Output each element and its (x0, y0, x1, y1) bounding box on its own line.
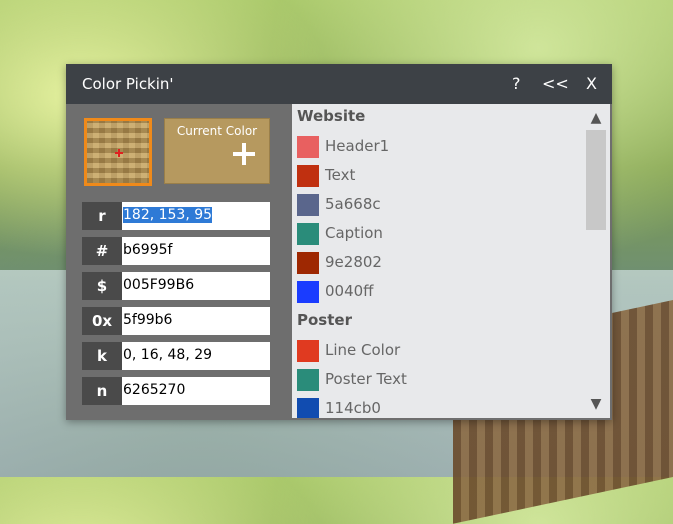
palette-item-label: 9e2802 (325, 253, 382, 271)
field-dollar: $ 005F99B6 (82, 272, 270, 300)
field-rgb: r 182, 153, 95 (82, 202, 270, 230)
scroll-up-icon[interactable]: ▲ (586, 108, 606, 128)
color-chip (297, 223, 319, 245)
palette-item-line-color[interactable]: Line Color (297, 338, 577, 362)
rgb-input[interactable]: 182, 153, 95 (122, 202, 270, 230)
field-hex: # b6995f (82, 237, 270, 265)
palette-item-poster-text[interactable]: Poster Text (297, 367, 577, 391)
rgb-value-selected: 182, 153, 95 (123, 207, 213, 223)
palette-item-label: 5a668c (325, 195, 381, 213)
palette-item-label: Caption (325, 224, 383, 242)
palette-item-0040ff[interactable]: 0040ff (297, 279, 577, 303)
palette-item-caption[interactable]: Caption (297, 221, 577, 245)
crosshair-icon (115, 149, 123, 157)
field-key-n: n (82, 377, 122, 405)
current-color-label: Current Color (176, 124, 258, 138)
color-chip (297, 369, 319, 391)
palette-item-label: 114cb0 (325, 399, 381, 417)
palette-list: Website Header1 Text 5a668c Caption 9e28… (292, 104, 582, 418)
current-color-button[interactable]: Current Color (164, 118, 270, 184)
scroll-down-icon[interactable]: ▼ (586, 394, 606, 414)
color-chip (297, 340, 319, 362)
palette-group-poster[interactable]: Poster (297, 311, 352, 329)
collapse-button[interactable]: << (542, 74, 569, 93)
plus-icon (231, 141, 257, 167)
color-chip (297, 398, 319, 418)
window-title: Color Pickin' (82, 75, 174, 93)
field-key-hash: # (82, 237, 122, 265)
color-chip (297, 194, 319, 216)
help-button[interactable]: ? (512, 74, 521, 93)
color-chip (297, 281, 319, 303)
palette-item-label: Text (325, 166, 356, 184)
palette-item-114cb0[interactable]: 114cb0 (297, 396, 577, 418)
palette-item-text[interactable]: Text (297, 163, 577, 187)
field-cmyk: k 0, 16, 48, 29 (82, 342, 270, 370)
number-input[interactable]: 6265270 (122, 377, 270, 405)
field-number: n 6265270 (82, 377, 270, 405)
palette-panel: Website Header1 Text 5a668c Caption 9e28… (292, 104, 610, 418)
palette-item-label: Line Color (325, 341, 401, 359)
color-chip (297, 136, 319, 158)
palette-scrollbar[interactable]: ▲ ▼ (582, 104, 610, 418)
field-0x: 0x 5f99b6 (82, 307, 270, 335)
palette-item-5a668c[interactable]: 5a668c (297, 192, 577, 216)
color-chip (297, 252, 319, 274)
field-key-dollar: $ (82, 272, 122, 300)
scroll-thumb[interactable] (586, 130, 606, 230)
cmyk-input[interactable]: 0, 16, 48, 29 (122, 342, 270, 370)
zero-x-hex-input[interactable]: 5f99b6 (122, 307, 270, 335)
palette-item-label: Poster Text (325, 370, 407, 388)
field-key-0x: 0x (82, 307, 122, 335)
palette-item-9e2802[interactable]: 9e2802 (297, 250, 577, 274)
color-chip (297, 165, 319, 187)
palette-item-label: Header1 (325, 137, 390, 155)
dollar-hex-input[interactable]: 005F99B6 (122, 272, 270, 300)
title-bar[interactable]: Color Pickin' ? << X (66, 64, 612, 104)
palette-item-header1[interactable]: Header1 (297, 134, 577, 158)
field-key-r: r (82, 202, 122, 230)
magnifier-sample[interactable] (84, 118, 152, 186)
color-picker-window: Color Pickin' ? << X Current Color r 182… (66, 64, 612, 420)
close-button[interactable]: X (586, 74, 597, 93)
palette-item-label: 0040ff (325, 282, 374, 300)
field-key-k: k (82, 342, 122, 370)
palette-group-website[interactable]: Website (297, 107, 365, 125)
picker-panel: Current Color r 182, 153, 95 # b6995f $ … (68, 106, 288, 418)
hex-input[interactable]: b6995f (122, 237, 270, 265)
